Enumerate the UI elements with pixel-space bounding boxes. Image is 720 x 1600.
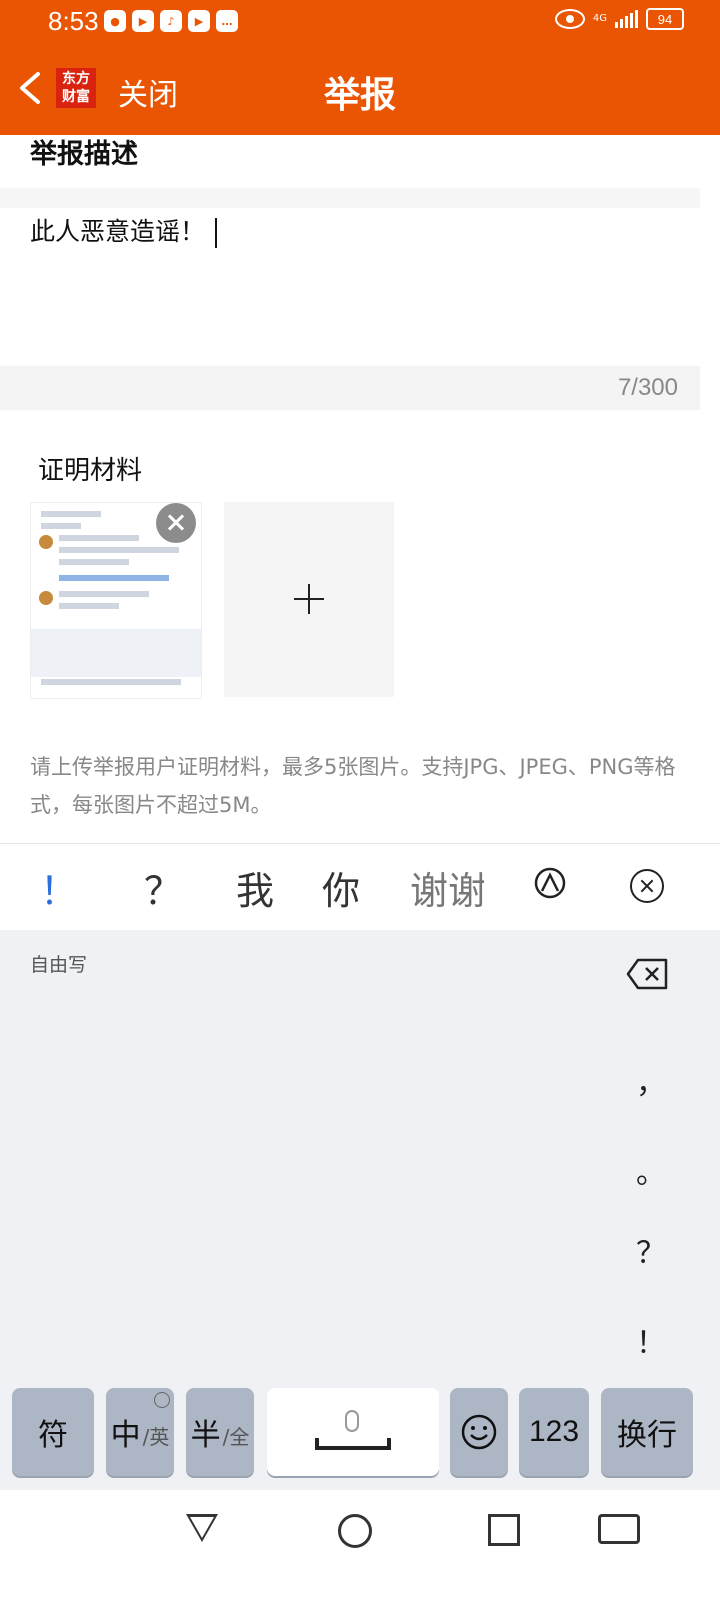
suggestion-item[interactable]: 你 <box>322 860 360 915</box>
punct-key[interactable]: ？ <box>636 1228 666 1272</box>
app-notification-icon: ● <box>104 10 126 32</box>
upload-hint: 请上传举报用户证明材料，最多5张图片。支持JPG、JPEG、PNG等格式，每张图… <box>30 755 676 817</box>
english-sub-label: /英 <box>142 1425 170 1449</box>
network-type: 4G <box>592 13 607 24</box>
text-cursor <box>215 218 218 248</box>
video-app-icon: ♪ <box>160 10 182 32</box>
video-app-icon: ▶ <box>132 10 154 32</box>
nav-back-icon[interactable] <box>186 1514 218 1542</box>
globe-icon <box>154 1392 170 1408</box>
chinese-english-key[interactable]: 中/英 <box>106 1388 174 1476</box>
eye-comfort-icon <box>554 9 585 29</box>
counter-bar: 7/300 <box>0 366 700 410</box>
half-full-key[interactable]: 半/全 <box>186 1388 254 1476</box>
status-indicators: 4G 94 <box>554 8 684 30</box>
punct-key[interactable]: ！ <box>636 1318 666 1362</box>
microphone-icon <box>345 1410 359 1432</box>
space-icon <box>315 1438 391 1450</box>
enter-key[interactable]: 换行 <box>601 1388 693 1476</box>
status-time: 8:53 <box>48 6 99 36</box>
description-title: 举报描述 <box>30 139 138 170</box>
keyboard-toggle-icon[interactable] <box>598 1514 640 1544</box>
description-input[interactable]: 此人恶意造谣！ <box>30 212 218 248</box>
nav-recent-apps-icon[interactable] <box>488 1514 520 1546</box>
divider <box>0 188 700 208</box>
half-key-label: 半 <box>190 1418 221 1453</box>
full-sub-label: /全 <box>222 1425 250 1449</box>
smiley-icon <box>461 1414 497 1450</box>
suggestion-item[interactable]: 我 <box>236 860 274 915</box>
suggestion-item[interactable]: 谢谢 <box>410 860 484 915</box>
suggestion-item[interactable]: ！ <box>40 860 78 915</box>
numbers-key[interactable]: 123 <box>519 1388 589 1476</box>
emoji-key[interactable] <box>450 1388 508 1476</box>
system-nav-bar <box>0 1490 720 1600</box>
app-header: 8:53 ● ▶ ♪ ▶ … 4G 94 东方 财富 关闭 举报 <box>0 0 720 135</box>
chinese-key-label: 中 <box>110 1418 141 1453</box>
notification-icons: ● ▶ ♪ ▶ … <box>104 10 238 32</box>
backspace-icon[interactable] <box>626 958 670 990</box>
suggestion-item[interactable]: ？ <box>144 860 182 915</box>
punct-key[interactable]: 。 <box>636 1148 666 1192</box>
message-icon: … <box>216 10 238 32</box>
materials-title: 证明材料 <box>38 456 143 486</box>
description-value: 此人恶意造谣！ <box>30 217 206 246</box>
add-image-button[interactable] <box>224 502 394 697</box>
char-counter: 7/300 <box>617 374 678 401</box>
symbols-key[interactable]: 符 <box>12 1388 94 1476</box>
punct-key[interactable]: ， <box>636 1058 666 1102</box>
close-keyboard-icon[interactable] <box>630 869 664 903</box>
page-title: 举报 <box>323 75 396 116</box>
suggestion-bar: ！ ？ 我 你 谢谢 <box>0 843 720 931</box>
remove-image-button[interactable] <box>156 503 196 543</box>
nav-home-icon[interactable] <box>338 1514 372 1548</box>
space-key[interactable] <box>267 1388 439 1476</box>
video-app-icon: ▶ <box>188 10 210 32</box>
signal-icon <box>615 10 638 28</box>
ai-assistant-icon[interactable] <box>533 866 567 900</box>
battery-icon: 94 <box>646 8 684 30</box>
handwrite-label: 自由写 <box>30 954 88 976</box>
